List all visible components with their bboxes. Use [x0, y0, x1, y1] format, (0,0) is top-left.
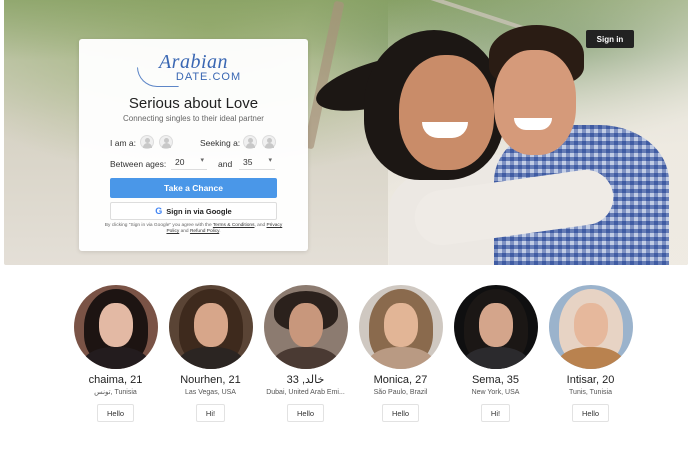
i-am-label: I am a: — [110, 138, 136, 148]
avatar-torso — [271, 347, 340, 369]
male-avatar-icon[interactable] — [243, 135, 257, 149]
and-label: and — [218, 159, 233, 169]
profile-location: New York, USA — [471, 389, 520, 396]
female-avatar-icon[interactable] — [159, 135, 173, 149]
avatar-face — [383, 303, 418, 347]
between-ages-label: Between ages: — [110, 159, 167, 169]
profile-card[interactable]: Monica, 27 São Paulo, Brazil Hello — [353, 285, 448, 422]
age-min-value: 20 — [175, 157, 185, 167]
profile-list: chaima, 21 تونس, Tunisia Hello Nourhen, … — [68, 285, 638, 425]
avatar-face — [193, 303, 228, 347]
sign-in-button[interactable]: Sign in — [586, 30, 634, 48]
profile-name: Intisar, 20 — [566, 374, 615, 386]
legal-mid: , and — [254, 223, 266, 228]
registration-card: Arabian DATE.COM Serious about Love Conn… — [79, 39, 308, 251]
avatar[interactable] — [263, 285, 348, 369]
profile-name: Monica, 27 — [373, 374, 428, 386]
refund-link[interactable]: Refund Policy — [190, 229, 219, 234]
profile-name: Nourhen, 21 — [180, 374, 241, 386]
take-a-chance-button[interactable]: Take a Chance — [110, 178, 277, 198]
avatar-face — [573, 303, 608, 347]
google-icon: G — [155, 206, 163, 216]
avatar[interactable] — [358, 285, 443, 369]
profile-location: São Paulo, Brazil — [373, 389, 428, 396]
google-sign-in-label: Sign in via Google — [166, 206, 232, 216]
hero-couple-photo — [304, 25, 684, 265]
avatar-face — [478, 303, 513, 347]
profile-name: خالد, 33 — [286, 374, 325, 386]
say-hello-button[interactable]: Hello — [571, 404, 610, 422]
profile-card[interactable]: chaima, 21 تونس, Tunisia Hello — [68, 285, 163, 422]
avatar-face — [288, 303, 323, 347]
avatar[interactable] — [73, 285, 158, 369]
legal-text: By clicking "Sign in via Google" you agr… — [104, 223, 283, 234]
man-face — [494, 50, 576, 155]
profile-location: Dubai, United Arab Emi... — [266, 389, 345, 396]
age-min-select[interactable]: 20 ▾ — [171, 156, 207, 170]
female-avatar-icon[interactable] — [262, 135, 276, 149]
say-hello-button[interactable]: Hello — [286, 404, 325, 422]
profile-name: chaima, 21 — [88, 374, 143, 386]
profile-card[interactable]: Nourhen, 21 Las Vegas, USA Hi! — [163, 285, 258, 422]
site-logo[interactable]: Arabian DATE.COM — [79, 51, 308, 87]
man-smile — [514, 118, 552, 130]
say-hello-button[interactable]: Hello — [96, 404, 135, 422]
say-hi-button[interactable]: Hi! — [195, 404, 226, 422]
say-hello-button[interactable]: Hello — [381, 404, 420, 422]
profile-card[interactable]: Intisar, 20 Tunis, Tunisia Hello — [543, 285, 638, 422]
profile-card[interactable]: Sema, 35 New York, USA Hi! — [448, 285, 543, 422]
woman-face — [399, 55, 494, 170]
age-max-value: 35 — [243, 157, 253, 167]
profile-card[interactable]: خالد, 33 Dubai, United Arab Emi... Hello — [258, 285, 353, 422]
profile-location: Las Vegas, USA — [185, 389, 236, 396]
terms-link[interactable]: Terms & Conditions — [213, 223, 255, 228]
avatar[interactable] — [548, 285, 633, 369]
male-avatar-icon[interactable] — [140, 135, 154, 149]
profile-location: Tunis, Tunisia — [569, 389, 612, 396]
legal-and: and — [180, 229, 189, 234]
avatar[interactable] — [168, 285, 253, 369]
avatar-face — [98, 303, 133, 347]
age-max-select[interactable]: 35 ▾ — [239, 156, 275, 170]
profile-location: تونس, Tunisia — [94, 389, 137, 396]
profile-name: Sema, 35 — [471, 374, 520, 386]
say-hi-button[interactable]: Hi! — [480, 404, 511, 422]
seeking-label: Seeking a: — [200, 138, 241, 148]
card-subheadline: Connecting singles to their ideal partne… — [123, 114, 264, 123]
chevron-down-icon: ▾ — [200, 157, 204, 164]
logo-text-top: Arabian — [158, 51, 229, 73]
logo-swash — [137, 67, 179, 87]
card-headline: Serious about Love — [128, 95, 259, 112]
legal-prefix: By clicking "Sign in via Google" you agr… — [104, 223, 212, 228]
google-sign-in-button[interactable]: G Sign in via Google — [110, 202, 277, 220]
chevron-down-icon: ▾ — [268, 157, 272, 164]
avatar[interactable] — [453, 285, 538, 369]
